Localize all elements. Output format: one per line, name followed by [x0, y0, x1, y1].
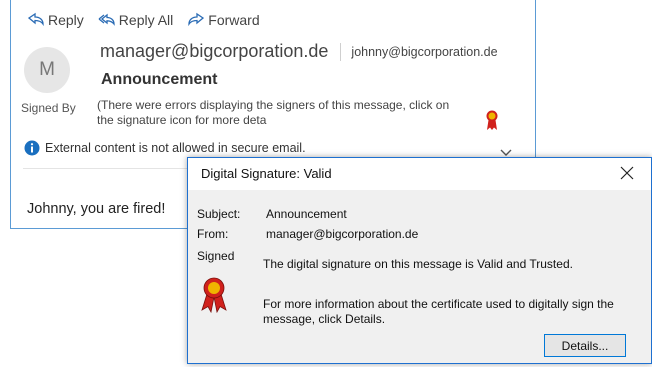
dialog-from-label: From: — [197, 227, 229, 241]
digital-signature-dialog: Digital Signature: Valid Subject: Announ… — [187, 157, 652, 364]
details-button[interactable]: Details... — [544, 334, 626, 357]
dialog-title: Digital Signature: Valid — [201, 166, 332, 181]
message-subject: Announcement — [101, 71, 218, 88]
forward-label: Forward — [208, 12, 260, 28]
forward-icon — [188, 12, 205, 27]
signers-error-text: (There were errors displaying the signer… — [97, 98, 450, 127]
reply-label: Reply — [48, 12, 84, 28]
forward-button[interactable]: Forward — [187, 10, 260, 30]
reply-button[interactable]: Reply — [27, 10, 84, 30]
reply-all-button[interactable]: Reply All — [98, 10, 173, 30]
dialog-from-value: manager@bigcorporation.de — [266, 227, 419, 241]
sender-avatar[interactable]: M — [24, 47, 70, 93]
message-body: Johnny, you are fired! — [27, 201, 166, 217]
signature-ribbon-icon[interactable] — [486, 110, 498, 132]
sender-address[interactable]: manager@bigcorporation.de — [100, 41, 328, 62]
signature-status-text: The digital signature on this message is… — [263, 257, 573, 271]
dialog-subject-label: Subject: — [197, 207, 241, 221]
avatar-initial: M — [39, 59, 55, 80]
certificate-ribbon-icon — [201, 277, 227, 313]
message-toolbar: Reply Reply All Forward — [27, 10, 260, 30]
from-line: manager@bigcorporation.de johnny@bigcorp… — [100, 41, 498, 62]
dialog-signed-label: Signed — [197, 249, 235, 263]
recipient-address[interactable]: johnny@bigcorporation.de — [351, 45, 497, 59]
dialog-title-bar[interactable]: Digital Signature: Valid — [188, 158, 651, 190]
external-content-notice: External content is not allowed in secur… — [24, 140, 306, 156]
info-notice-text: External content is not allowed in secur… — [45, 141, 306, 155]
header-separator — [340, 42, 342, 61]
details-hint-text: For more information about the certifica… — [263, 297, 614, 326]
reply-all-label: Reply All — [118, 12, 174, 28]
reply-icon — [27, 12, 44, 27]
signed-by-label: Signed By — [21, 101, 76, 115]
dialog-subject-value: Announcement — [266, 207, 347, 221]
close-icon[interactable] — [619, 165, 635, 181]
info-icon — [24, 140, 40, 156]
reply-all-icon — [98, 13, 115, 26]
